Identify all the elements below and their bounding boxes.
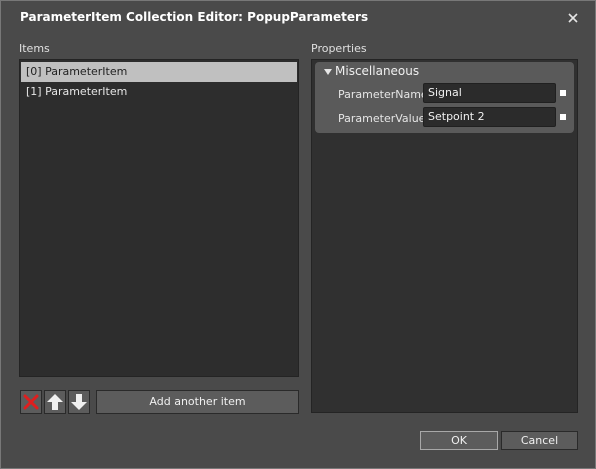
title-bar[interactable]: ParameterItem Collection Editor: PopupPa…: [1, 1, 595, 35]
items-label: Items: [19, 42, 50, 55]
properties-label: Properties: [311, 42, 367, 55]
property-name-label: ParameterValue: [338, 112, 426, 125]
cancel-button[interactable]: Cancel: [501, 431, 578, 450]
list-item[interactable]: [1] ParameterItem: [21, 82, 297, 102]
close-icon[interactable]: [564, 9, 582, 27]
move-down-button[interactable]: [68, 390, 90, 414]
property-marker-icon[interactable]: [560, 114, 566, 120]
property-name-label: ParameterName: [338, 88, 428, 101]
property-marker-icon[interactable]: [560, 90, 566, 96]
list-item[interactable]: [0] ParameterItem: [21, 62, 297, 82]
collapse-triangle-icon[interactable]: [323, 67, 333, 77]
dialog-title: ParameterItem Collection Editor: PopupPa…: [20, 10, 369, 24]
ok-button[interactable]: OK: [420, 431, 498, 450]
collection-editor-dialog: ParameterItem Collection Editor: PopupPa…: [0, 0, 596, 469]
add-item-button[interactable]: Add another item: [96, 390, 299, 414]
items-list[interactable]: [0] ParameterItem [1] ParameterItem: [19, 59, 299, 377]
category-label: Miscellaneous: [335, 64, 420, 78]
move-up-button[interactable]: [44, 390, 66, 414]
remove-item-button[interactable]: [20, 390, 42, 414]
parameter-name-field[interactable]: Signal: [423, 83, 556, 103]
parameter-value-field[interactable]: Setpoint 2: [423, 107, 556, 127]
